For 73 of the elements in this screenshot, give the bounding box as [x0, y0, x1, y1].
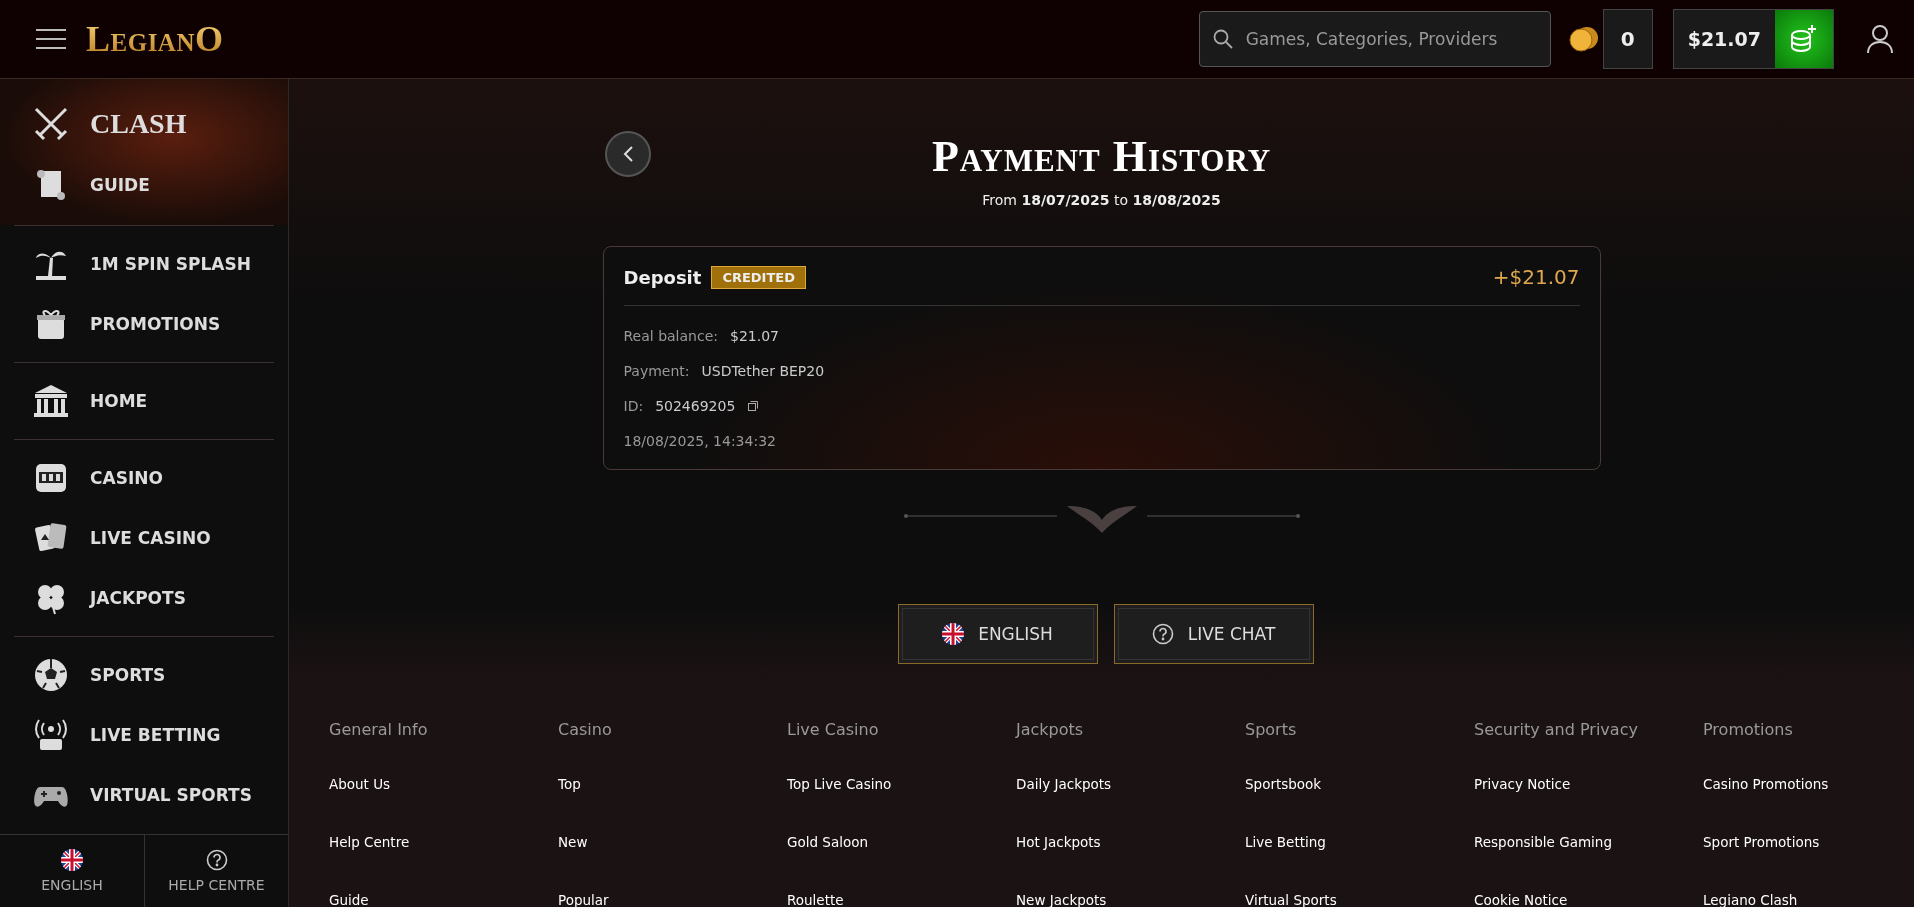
- coins-icon: [1568, 24, 1599, 54]
- nav-item[interactable]: HOME: [14, 371, 274, 431]
- page-title: Payment History: [931, 131, 1272, 182]
- footer-link[interactable]: Sportsbook: [1245, 776, 1474, 834]
- language-button[interactable]: ENGLISH: [897, 604, 1098, 664]
- language-selector[interactable]: ENGLISH: [0, 835, 144, 907]
- footer-heading: Live Casino: [787, 720, 880, 741]
- footer-link[interactable]: Top Live Casino: [787, 776, 1016, 834]
- balance-amount: $21.07: [1673, 10, 1775, 68]
- flag-icon: [942, 623, 965, 645]
- footer-link[interactable]: Cookie Notice: [1474, 892, 1703, 907]
- swords-icon: [32, 105, 70, 143]
- deposit-button[interactable]: [1775, 10, 1833, 68]
- nav-item[interactable]: CASINO: [14, 448, 274, 508]
- status-badge: CREDITED: [711, 265, 806, 289]
- chevron-left-icon: [622, 145, 634, 163]
- footer-link[interactable]: New: [558, 834, 787, 892]
- footer-link[interactable]: Gold Saloon: [787, 834, 1016, 892]
- detail-value: 502469205: [655, 398, 736, 414]
- detail-label: ID:: [623, 398, 644, 414]
- footer-link[interactable]: Daily Jackpots: [1016, 776, 1245, 834]
- help-icon: [1151, 623, 1174, 645]
- detail-label: Payment:: [623, 363, 690, 379]
- detail-value: USDTether BEP20: [701, 363, 825, 379]
- nav-item[interactable]: SPORTS: [14, 645, 274, 705]
- footer-link[interactable]: Popular: [558, 892, 787, 907]
- footer-link[interactable]: Live Betting: [1245, 834, 1474, 892]
- nav-item[interactable]: PROMOTIONS: [14, 294, 274, 354]
- date-range: From 18/07/2025 to 18/08/2025: [982, 192, 1221, 208]
- copy-icon[interactable]: [747, 400, 760, 412]
- coin-count: 0: [1602, 9, 1653, 69]
- soccer-ball-icon: [32, 657, 70, 693]
- clash-link[interactable]: CLASH: [14, 93, 274, 155]
- footer-heading: Casino: [558, 720, 613, 741]
- help-icon: [205, 849, 228, 871]
- transaction-amount: +$21.07: [1492, 265, 1580, 289]
- live-chat-button[interactable]: LIVE CHAT: [1113, 604, 1314, 664]
- nav-item[interactable]: LIVE CASINO: [14, 508, 274, 568]
- footer-link[interactable]: Legiano Clash: [1703, 892, 1914, 907]
- nav-item[interactable]: LIVE BETTING: [14, 705, 274, 765]
- building-icon: [32, 383, 70, 419]
- search-field[interactable]: Games, Categories, Providers: [1198, 11, 1551, 67]
- detail-value: $21.07: [729, 328, 779, 344]
- footer-heading: Sports: [1245, 720, 1298, 741]
- footer-link[interactable]: Privacy Notice: [1474, 776, 1703, 834]
- footer-link[interactable]: Casino Promotions: [1703, 776, 1914, 834]
- menu-icon[interactable]: [36, 28, 66, 50]
- footer-heading: Promotions: [1703, 720, 1794, 741]
- footer-link[interactable]: Virtual Sports: [1245, 892, 1474, 907]
- footer-link[interactable]: Sport Promotions: [1703, 834, 1914, 892]
- nav-item[interactable]: JACKPOTS: [14, 568, 274, 628]
- footer-link[interactable]: Roulette: [787, 892, 1016, 907]
- footer-link[interactable]: Guide: [329, 892, 558, 907]
- help-centre-link[interactable]: HELP CENTRE: [144, 835, 288, 907]
- transaction-date: 18/08/2025, 14:34:32: [623, 433, 776, 449]
- flag-icon: [61, 849, 83, 871]
- nav-item[interactable]: GUIDE: [14, 155, 274, 215]
- footer-heading: Jackpots: [1016, 720, 1085, 741]
- footer-link[interactable]: New Jackpots: [1016, 892, 1245, 907]
- transaction-type: Deposit: [623, 266, 702, 288]
- nav-item[interactable]: 1M SPIN SPLASH: [14, 234, 274, 294]
- footer-link[interactable]: About Us: [329, 776, 558, 834]
- footer-heading: Security and Privacy: [1474, 720, 1639, 741]
- footer-link[interactable]: Hot Jackpots: [1016, 834, 1245, 892]
- live-broadcast-icon: [32, 717, 70, 753]
- back-button[interactable]: [605, 131, 651, 177]
- footer-heading: General Info: [329, 720, 429, 741]
- footer-link[interactable]: Responsible Gaming: [1474, 834, 1703, 892]
- footer-link[interactable]: Help Centre: [329, 834, 558, 892]
- detail-label: Real balance:: [623, 328, 718, 344]
- footer-link[interactable]: Top: [558, 776, 787, 834]
- nav-item[interactable]: VIRTUAL SPORTS: [14, 765, 274, 825]
- user-icon[interactable]: [1866, 24, 1894, 54]
